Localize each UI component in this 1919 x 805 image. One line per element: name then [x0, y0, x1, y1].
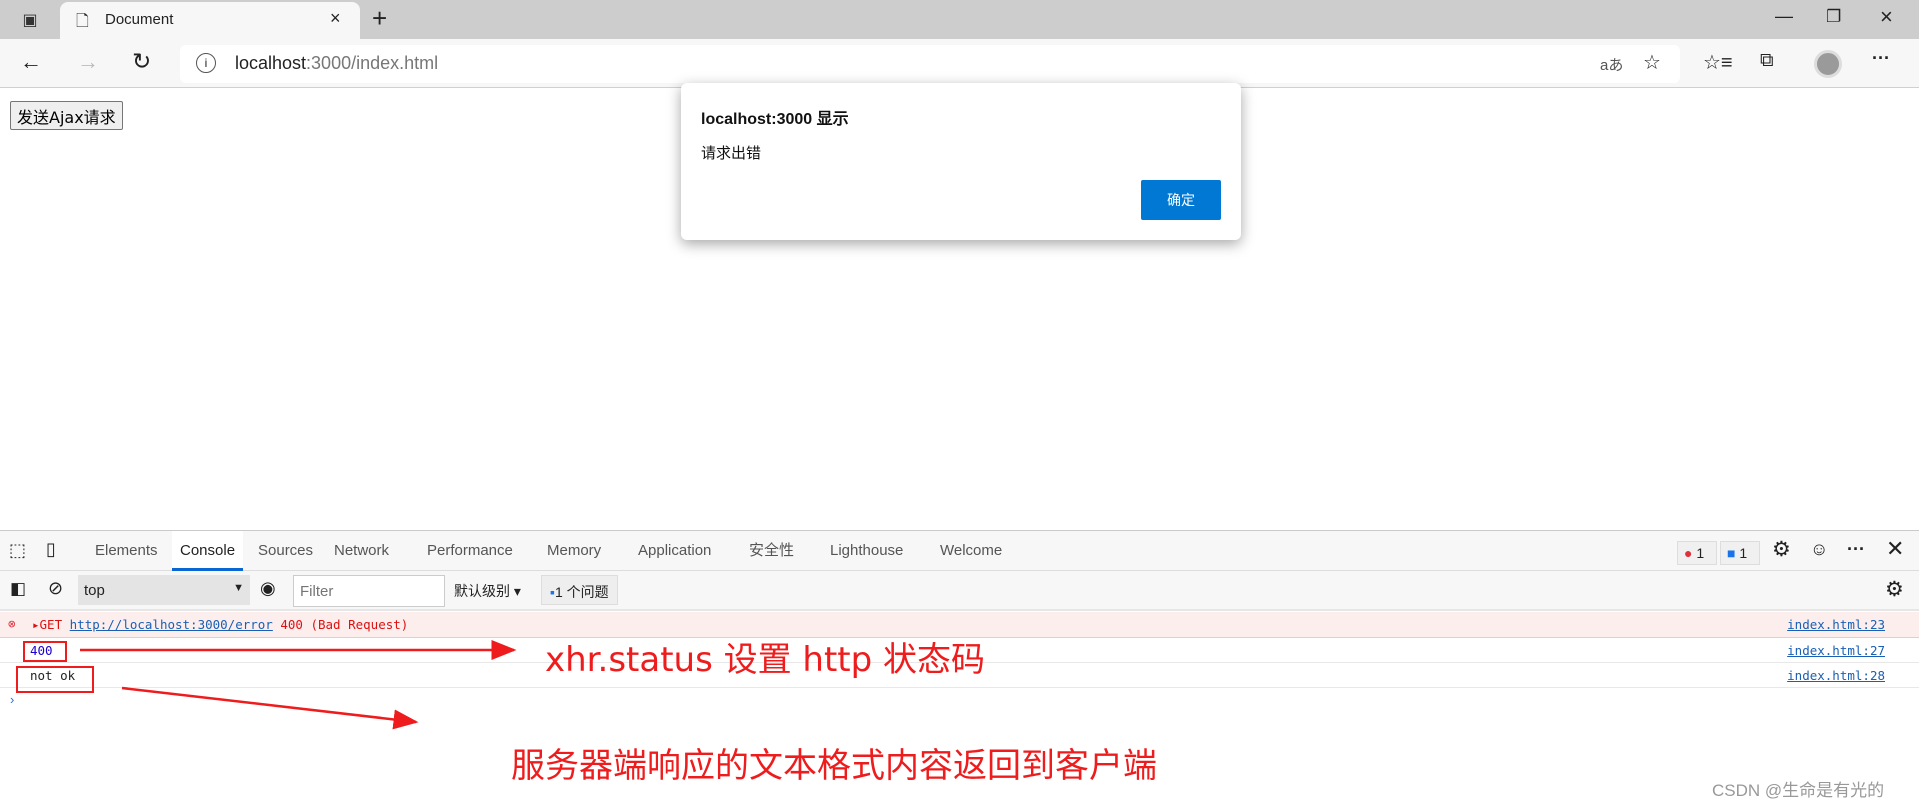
annotation-status: xhr.status 设置 http 状态码 [545, 640, 986, 680]
arrow-text [121, 686, 419, 730]
watermark: CSDN @生命是有光的 [1712, 781, 1885, 800]
annotation-text: 服务器端响应的文本格式内容返回到客户端 [511, 746, 1157, 786]
annotation-arrows [80, 640, 517, 730]
